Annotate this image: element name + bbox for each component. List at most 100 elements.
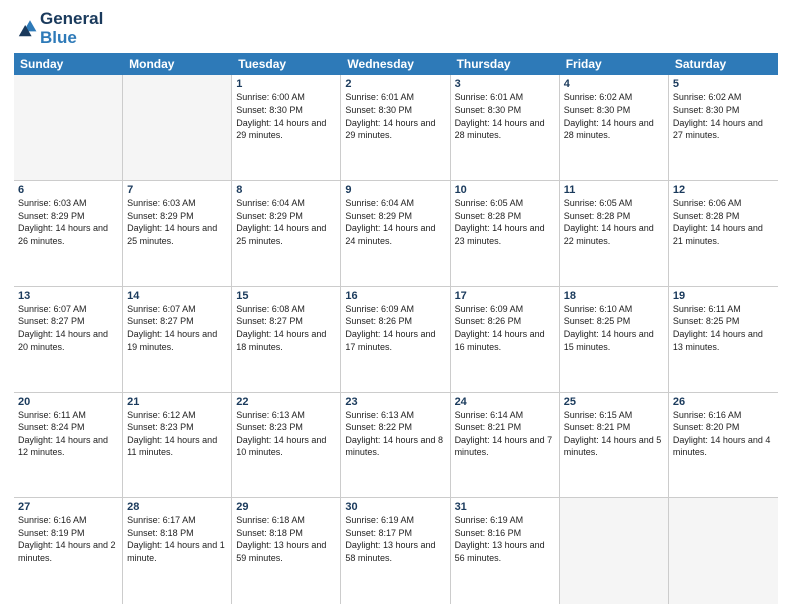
cell-info: Sunrise: 6:00 AM Sunset: 8:30 PM Dayligh… xyxy=(236,91,336,141)
cal-cell: 13Sunrise: 6:07 AM Sunset: 8:27 PM Dayli… xyxy=(14,287,123,392)
cal-cell: 27Sunrise: 6:16 AM Sunset: 8:19 PM Dayli… xyxy=(14,498,123,604)
day-number: 12 xyxy=(673,184,774,196)
day-number: 7 xyxy=(127,184,227,196)
cal-cell: 23Sunrise: 6:13 AM Sunset: 8:22 PM Dayli… xyxy=(341,393,450,498)
day-number: 4 xyxy=(564,78,664,90)
cal-header-cell: Sunday xyxy=(14,53,123,75)
day-number: 8 xyxy=(236,184,336,196)
cal-header-cell: Friday xyxy=(560,53,669,75)
cal-cell xyxy=(14,75,123,180)
day-number: 24 xyxy=(455,396,555,408)
day-number: 6 xyxy=(18,184,118,196)
cell-info: Sunrise: 6:13 AM Sunset: 8:23 PM Dayligh… xyxy=(236,409,336,459)
cal-cell: 16Sunrise: 6:09 AM Sunset: 8:26 PM Dayli… xyxy=(341,287,450,392)
cell-info: Sunrise: 6:07 AM Sunset: 8:27 PM Dayligh… xyxy=(18,303,118,353)
cal-header-cell: Tuesday xyxy=(232,53,341,75)
cal-cell: 5Sunrise: 6:02 AM Sunset: 8:30 PM Daylig… xyxy=(669,75,778,180)
cell-info: Sunrise: 6:18 AM Sunset: 8:18 PM Dayligh… xyxy=(236,514,336,564)
cell-info: Sunrise: 6:15 AM Sunset: 8:21 PM Dayligh… xyxy=(564,409,664,459)
day-number: 16 xyxy=(345,290,445,302)
cal-cell: 29Sunrise: 6:18 AM Sunset: 8:18 PM Dayli… xyxy=(232,498,341,604)
cell-info: Sunrise: 6:11 AM Sunset: 8:25 PM Dayligh… xyxy=(673,303,774,353)
logo: General Blue xyxy=(14,10,103,47)
logo-icon xyxy=(14,17,38,41)
day-number: 18 xyxy=(564,290,664,302)
day-number: 3 xyxy=(455,78,555,90)
cal-cell: 31Sunrise: 6:19 AM Sunset: 8:16 PM Dayli… xyxy=(451,498,560,604)
cell-info: Sunrise: 6:17 AM Sunset: 8:18 PM Dayligh… xyxy=(127,514,227,564)
logo-text: General Blue xyxy=(40,10,103,47)
cal-cell: 6Sunrise: 6:03 AM Sunset: 8:29 PM Daylig… xyxy=(14,181,123,286)
cal-cell: 24Sunrise: 6:14 AM Sunset: 8:21 PM Dayli… xyxy=(451,393,560,498)
cell-info: Sunrise: 6:04 AM Sunset: 8:29 PM Dayligh… xyxy=(345,197,445,247)
day-number: 5 xyxy=(673,78,774,90)
cell-info: Sunrise: 6:05 AM Sunset: 8:28 PM Dayligh… xyxy=(455,197,555,247)
cal-cell: 3Sunrise: 6:01 AM Sunset: 8:30 PM Daylig… xyxy=(451,75,560,180)
cal-header-cell: Monday xyxy=(123,53,232,75)
cal-cell: 25Sunrise: 6:15 AM Sunset: 8:21 PM Dayli… xyxy=(560,393,669,498)
cell-info: Sunrise: 6:14 AM Sunset: 8:21 PM Dayligh… xyxy=(455,409,555,459)
cal-cell xyxy=(669,498,778,604)
cal-cell xyxy=(560,498,669,604)
cell-info: Sunrise: 6:04 AM Sunset: 8:29 PM Dayligh… xyxy=(236,197,336,247)
cell-info: Sunrise: 6:02 AM Sunset: 8:30 PM Dayligh… xyxy=(673,91,774,141)
cal-cell: 20Sunrise: 6:11 AM Sunset: 8:24 PM Dayli… xyxy=(14,393,123,498)
cell-info: Sunrise: 6:09 AM Sunset: 8:26 PM Dayligh… xyxy=(345,303,445,353)
cell-info: Sunrise: 6:08 AM Sunset: 8:27 PM Dayligh… xyxy=(236,303,336,353)
cal-row: 6 Sunrise: 6:03 AM Sunset: 8:29 PM Daylig… xyxy=(14,181,778,287)
cell-info: Sunrise: 6:09 AM Sunset: 8:26 PM Dayligh… xyxy=(455,303,555,353)
day-number: 9 xyxy=(345,184,445,196)
cell-info: Sunrise: 6:07 AM Sunset: 8:27 PM Dayligh… xyxy=(127,303,227,353)
cell-info: Sunrise: 6:01 AM Sunset: 8:30 PM Dayligh… xyxy=(345,91,445,141)
cal-cell: 2Sunrise: 6:01 AM Sunset: 8:30 PM Daylig… xyxy=(341,75,450,180)
day-number: 21 xyxy=(127,396,227,408)
cell-info: Sunrise: 6:19 AM Sunset: 8:16 PM Dayligh… xyxy=(455,514,555,564)
cal-cell: 18Sunrise: 6:10 AM Sunset: 8:25 PM Dayli… xyxy=(560,287,669,392)
cell-info: Sunrise: 6:16 AM Sunset: 8:20 PM Dayligh… xyxy=(673,409,774,459)
day-number: 17 xyxy=(455,290,555,302)
cal-cell: 11Sunrise: 6:05 AM Sunset: 8:28 PM Dayli… xyxy=(560,181,669,286)
day-number: 2 xyxy=(345,78,445,90)
cell-info: Sunrise: 6:12 AM Sunset: 8:23 PM Dayligh… xyxy=(127,409,227,459)
cal-header-cell: Thursday xyxy=(451,53,560,75)
day-number: 15 xyxy=(236,290,336,302)
cal-cell: 15Sunrise: 6:08 AM Sunset: 8:27 PM Dayli… xyxy=(232,287,341,392)
cal-row: 27Sunrise: 6:16 AM Sunset: 8:19 PM Dayli… xyxy=(14,498,778,604)
cell-info: Sunrise: 6:03 AM Sunset: 8:29 PM Dayligh… xyxy=(127,197,227,247)
cal-cell: 14Sunrise: 6:07 AM Sunset: 8:27 PM Dayli… xyxy=(123,287,232,392)
cal-cell: 12Sunrise: 6:06 AM Sunset: 8:28 PM Dayli… xyxy=(669,181,778,286)
day-number: 31 xyxy=(455,501,555,513)
cal-cell: 4Sunrise: 6:02 AM Sunset: 8:30 PM Daylig… xyxy=(560,75,669,180)
cal-header-cell: Saturday xyxy=(669,53,778,75)
day-number: 13 xyxy=(18,290,118,302)
day-number: 19 xyxy=(673,290,774,302)
cal-cell xyxy=(123,75,232,180)
cal-cell: 9Sunrise: 6:04 AM Sunset: 8:29 PM Daylig… xyxy=(341,181,450,286)
cell-info: Sunrise: 6:16 AM Sunset: 8:19 PM Dayligh… xyxy=(18,514,118,564)
cal-row: 13Sunrise: 6:07 AM Sunset: 8:27 PM Dayli… xyxy=(14,287,778,393)
cal-cell: 17Sunrise: 6:09 AM Sunset: 8:26 PM Dayli… xyxy=(451,287,560,392)
calendar: SundayMondayTuesdayWednesdayThursdayFrid… xyxy=(14,53,778,604)
day-number: 14 xyxy=(127,290,227,302)
day-number: 10 xyxy=(455,184,555,196)
day-number: 23 xyxy=(345,396,445,408)
cal-cell: 30Sunrise: 6:19 AM Sunset: 8:17 PM Dayli… xyxy=(341,498,450,604)
day-number: 20 xyxy=(18,396,118,408)
day-number: 11 xyxy=(564,184,664,196)
day-number: 26 xyxy=(673,396,774,408)
day-number: 22 xyxy=(236,396,336,408)
cal-cell: 1Sunrise: 6:00 AM Sunset: 8:30 PM Daylig… xyxy=(232,75,341,180)
cal-cell: 8Sunrise: 6:04 AM Sunset: 8:29 PM Daylig… xyxy=(232,181,341,286)
header: General Blue xyxy=(14,10,778,47)
day-number: 29 xyxy=(236,501,336,513)
cell-info: Sunrise: 6:10 AM Sunset: 8:25 PM Dayligh… xyxy=(564,303,664,353)
day-number: 27 xyxy=(18,501,118,513)
cal-row: 1Sunrise: 6:00 AM Sunset: 8:30 PM Daylig… xyxy=(14,75,778,181)
cell-info: Sunrise: 6:05 AM Sunset: 8:28 PM Dayligh… xyxy=(564,197,664,247)
cell-info: Sunrise: 6:13 AM Sunset: 8:22 PM Dayligh… xyxy=(345,409,445,459)
cal-cell: 28Sunrise: 6:17 AM Sunset: 8:18 PM Dayli… xyxy=(123,498,232,604)
cell-info: Sunrise: 6:02 AM Sunset: 8:30 PM Dayligh… xyxy=(564,91,664,141)
day-number: 28 xyxy=(127,501,227,513)
cal-cell: 10Sunrise: 6:05 AM Sunset: 8:28 PM Dayli… xyxy=(451,181,560,286)
cell-info: Sunrise: 6:11 AM Sunset: 8:24 PM Dayligh… xyxy=(18,409,118,459)
